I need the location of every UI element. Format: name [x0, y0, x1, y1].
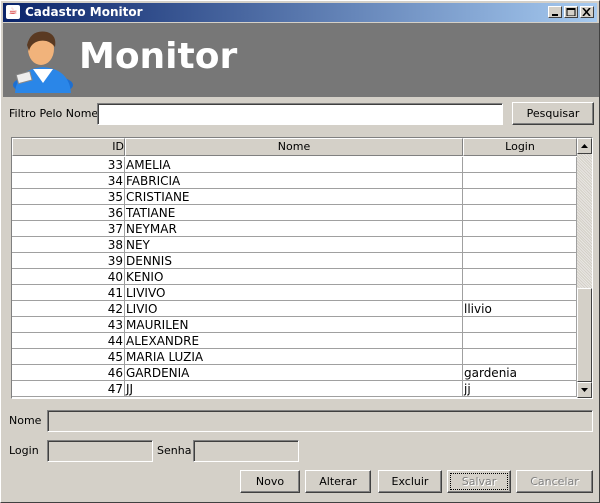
cell-id: 39: [12, 253, 125, 269]
cell-nome: MARIA LUZIA: [125, 349, 463, 365]
arrow-down-icon: [581, 388, 588, 392]
close-button[interactable]: [580, 6, 594, 18]
cell-id: 34: [12, 173, 125, 189]
cell-login: llivio: [463, 301, 577, 317]
minimize-icon: [552, 14, 558, 16]
cell-nome: JJ: [125, 381, 463, 397]
table-row[interactable]: 36 TATIANE: [12, 205, 577, 221]
cell-id: 33: [12, 157, 125, 173]
cell-login: gardenia: [463, 365, 577, 381]
login-field[interactable]: [47, 440, 153, 462]
filter-name-input[interactable]: [97, 103, 503, 125]
cell-id: 38: [12, 237, 125, 253]
filter-label: Filtro Pelo Nome: [9, 107, 99, 120]
cell-id: 36: [12, 205, 125, 221]
cell-id: 44: [12, 333, 125, 349]
cell-id: 41: [12, 285, 125, 301]
cell-login: [463, 205, 577, 221]
cell-login: [463, 157, 577, 173]
vertical-scrollbar[interactable]: [577, 138, 592, 398]
table-row[interactable]: 33 AMELIA: [12, 157, 577, 173]
cell-id: 47: [12, 381, 125, 397]
cell-login: [463, 349, 577, 365]
table-row[interactable]: 44 ALEXANDRE: [12, 333, 577, 349]
maximize-icon: [566, 8, 576, 16]
user-avatar-icon: [13, 31, 73, 93]
cell-nome: DENNIS: [125, 253, 463, 269]
scrollbar-thumb[interactable]: [577, 288, 592, 382]
header-banner: Monitor: [3, 23, 599, 97]
cell-nome: TATIANE: [125, 205, 463, 221]
title-bar[interactable]: ☕ Cadastro Monitor: [3, 3, 597, 22]
table-row[interactable]: 34 FABRICIA: [12, 173, 577, 189]
alterar-button[interactable]: Alterar: [305, 470, 371, 493]
cell-login: [463, 285, 577, 301]
java-app-icon: ☕: [6, 5, 20, 19]
cell-login: [463, 173, 577, 189]
cell-nome: GARDENIA: [125, 365, 463, 381]
monitor-table[interactable]: ID Nome Login 33 AMELIA 34 FABRICIA 35 CRIS…: [11, 137, 593, 399]
cell-id: 35: [12, 189, 125, 205]
novo-button[interactable]: Novo: [240, 470, 300, 493]
cell-login: [463, 221, 577, 237]
table-row[interactable]: 38 NEY: [12, 237, 577, 253]
cancelar-button[interactable]: Cancelar: [516, 470, 593, 493]
cell-id: 45: [12, 349, 125, 365]
cell-login: [463, 333, 577, 349]
cell-nome: NEYMAR: [125, 221, 463, 237]
senha-field[interactable]: [193, 440, 299, 462]
table-row[interactable]: 39 DENNIS: [12, 253, 577, 269]
table-row[interactable]: 40 KENIO: [12, 269, 577, 285]
close-icon: [582, 8, 591, 16]
senha-label: Senha: [157, 444, 192, 457]
cell-id: 42: [12, 301, 125, 317]
scroll-down-button[interactable]: [577, 382, 592, 398]
cell-nome: CRISTIANE: [125, 189, 463, 205]
table-row[interactable]: 47 JJ jj: [12, 381, 577, 397]
nome-field[interactable]: [47, 410, 593, 432]
table-body: 33 AMELIA 34 FABRICIA 35 CRISTIANE 36 TATIAN…: [12, 157, 577, 397]
nome-label: Nome: [9, 414, 42, 427]
cell-nome: LIVIO: [125, 301, 463, 317]
login-label: Login: [9, 444, 39, 457]
cell-id: 37: [12, 221, 125, 237]
table-row[interactable]: 43 MAURILEN: [12, 317, 577, 333]
cell-nome: LIVIVO: [125, 285, 463, 301]
cell-login: [463, 317, 577, 333]
cell-id: 43: [12, 317, 125, 333]
cell-id: 40: [12, 269, 125, 285]
cell-login: jj: [463, 381, 577, 397]
table-row[interactable]: 35 CRISTIANE: [12, 189, 577, 205]
cell-nome: FABRICIA: [125, 173, 463, 189]
cell-login: [463, 269, 577, 285]
page-title: Monitor: [79, 36, 238, 77]
minimize-button[interactable]: [548, 6, 562, 18]
search-button[interactable]: Pesquisar: [512, 102, 594, 125]
salvar-button[interactable]: Salvar: [447, 470, 511, 493]
cell-nome: NEY: [125, 237, 463, 253]
cell-id: 46: [12, 365, 125, 381]
table-row[interactable]: 45 MARIA LUZIA: [12, 349, 577, 365]
cell-nome: MAURILEN: [125, 317, 463, 333]
table-row[interactable]: 46 GARDENIA gardenia: [12, 365, 577, 381]
window-title: Cadastro Monitor: [25, 5, 143, 19]
cell-nome: ALEXANDRE: [125, 333, 463, 349]
table-header: ID Nome Login: [12, 138, 577, 156]
scroll-up-button[interactable]: [577, 138, 592, 154]
excluir-button[interactable]: Excluir: [378, 470, 442, 493]
arrow-up-icon: [581, 144, 588, 148]
cell-login: [463, 237, 577, 253]
cell-nome: KENIO: [125, 269, 463, 285]
maximize-button[interactable]: [564, 6, 578, 18]
table-row[interactable]: 41 LIVIVO: [12, 285, 577, 301]
cell-nome: AMELIA: [125, 157, 463, 173]
column-header-login[interactable]: Login: [463, 138, 577, 156]
table-row[interactable]: 42 LIVIO llivio: [12, 301, 577, 317]
column-header-id[interactable]: ID: [12, 138, 125, 156]
cell-login: [463, 189, 577, 205]
table-row[interactable]: 37 NEYMAR: [12, 221, 577, 237]
column-header-nome[interactable]: Nome: [125, 138, 463, 156]
main-window: ☕ Cadastro Monitor Monitor Filtro Pelo N…: [0, 0, 600, 503]
cell-login: [463, 253, 577, 269]
